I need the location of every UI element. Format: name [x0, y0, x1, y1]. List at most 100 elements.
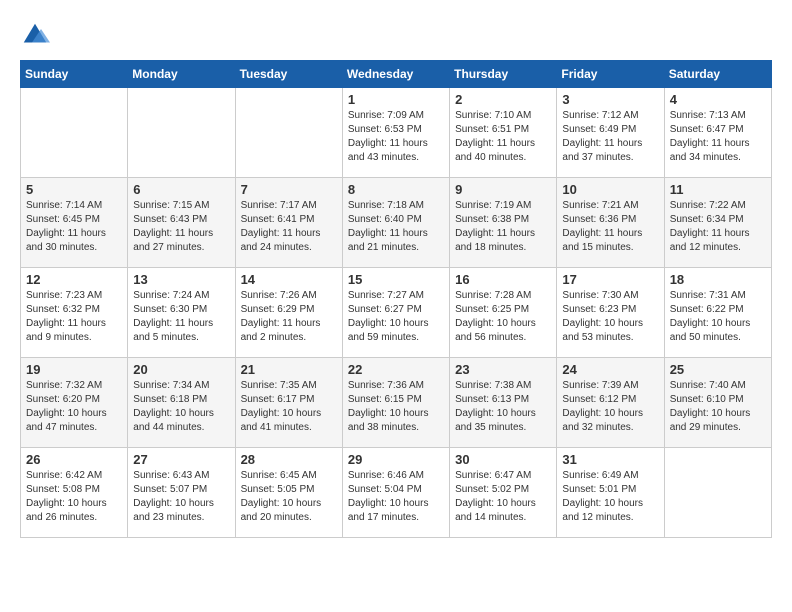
calendar-cell: 15 Sunrise: 7:27 AM Sunset: 6:27 PM Dayli… [342, 268, 449, 358]
calendar-cell: 1Sunrise: 7:09 AM Sunset: 6:53 PM Daylig… [342, 88, 449, 178]
day-number: 31 [562, 452, 658, 467]
day-number: 1 [348, 92, 444, 107]
calendar-cell: 7 Sunrise: 7:17 AM Sunset: 6:41 PM Daylig… [235, 178, 342, 268]
day-number: 24 [562, 362, 658, 377]
calendar-cell [21, 88, 128, 178]
day-number: 4 [670, 92, 766, 107]
day-number: 6 [133, 182, 229, 197]
day-of-week-tuesday: Tuesday [235, 61, 342, 88]
day-number: 2 [455, 92, 551, 107]
day-number: 3 [562, 92, 658, 107]
day-number: 11 [670, 182, 766, 197]
calendar-header: SundayMondayTuesdayWednesdayThursdayFrid… [21, 61, 772, 88]
day-number: 19 [26, 362, 122, 377]
day-of-week-saturday: Saturday [664, 61, 771, 88]
day-of-week-wednesday: Wednesday [342, 61, 449, 88]
calendar-cell: 19Sunrise: 7:32 AM Sunset: 6:20 PM Dayli… [21, 358, 128, 448]
calendar-cell: 2 Sunrise: 7:10 AM Sunset: 6:51 PM Daylig… [450, 88, 557, 178]
cell-content: Sunrise: 6:42 AM Sunset: 5:08 PM Dayligh… [26, 469, 122, 525]
calendar-cell: 6 Sunrise: 7:15 AM Sunset: 6:43 PM Daylig… [128, 178, 235, 268]
page-header [20, 20, 772, 50]
day-of-week-monday: Monday [128, 61, 235, 88]
cell-content: Sunrise: 7:28 AM Sunset: 6:25 PM Dayligh… [455, 289, 551, 345]
cell-content: Sunrise: 7:22 AM Sunset: 6:34 PM Dayligh… [670, 199, 766, 255]
cell-content: Sunrise: 6:49 AM Sunset: 5:01 PM Dayligh… [562, 469, 658, 525]
calendar-cell: 20 Sunrise: 7:34 AM Sunset: 6:18 PM Dayli… [128, 358, 235, 448]
cell-content: Sunrise: 7:38 AM Sunset: 6:13 PM Dayligh… [455, 379, 551, 435]
days-of-week-row: SundayMondayTuesdayWednesdayThursdayFrid… [21, 61, 772, 88]
day-number: 5 [26, 182, 122, 197]
cell-content: Sunrise: 7:27 AM Sunset: 6:27 PM Dayligh… [348, 289, 444, 345]
cell-content: Sunrise: 7:10 AM Sunset: 6:51 PM Dayligh… [455, 109, 551, 165]
calendar-cell: 14Sunrise: 7:26 AM Sunset: 6:29 PM Dayli… [235, 268, 342, 358]
day-number: 17 [562, 272, 658, 287]
day-number: 14 [241, 272, 337, 287]
calendar-cell: 31 Sunrise: 6:49 AM Sunset: 5:01 PM Dayli… [557, 448, 664, 538]
cell-content: Sunrise: 7:15 AM Sunset: 6:43 PM Dayligh… [133, 199, 229, 255]
calendar-cell: 8Sunrise: 7:18 AM Sunset: 6:40 PM Daylig… [342, 178, 449, 268]
cell-content: Sunrise: 7:40 AM Sunset: 6:10 PM Dayligh… [670, 379, 766, 435]
calendar-cell: 13 Sunrise: 7:24 AM Sunset: 6:30 PM Dayli… [128, 268, 235, 358]
day-of-week-thursday: Thursday [450, 61, 557, 88]
calendar-cell: 17Sunrise: 7:30 AM Sunset: 6:23 PM Dayli… [557, 268, 664, 358]
cell-content: Sunrise: 6:45 AM Sunset: 5:05 PM Dayligh… [241, 469, 337, 525]
day-number: 26 [26, 452, 122, 467]
calendar-cell: 24Sunrise: 7:39 AM Sunset: 6:12 PM Dayli… [557, 358, 664, 448]
calendar-week-4: 26 Sunrise: 6:42 AM Sunset: 5:08 PM Dayli… [21, 448, 772, 538]
day-number: 12 [26, 272, 122, 287]
cell-content: Sunrise: 7:36 AM Sunset: 6:15 PM Dayligh… [348, 379, 444, 435]
day-number: 20 [133, 362, 229, 377]
calendar-body: 1Sunrise: 7:09 AM Sunset: 6:53 PM Daylig… [21, 88, 772, 538]
calendar-cell: 18 Sunrise: 7:31 AM Sunset: 6:22 PM Dayli… [664, 268, 771, 358]
calendar-cell: 5 Sunrise: 7:14 AM Sunset: 6:45 PM Daylig… [21, 178, 128, 268]
calendar-week-2: 12 Sunrise: 7:23 AM Sunset: 6:32 PM Dayli… [21, 268, 772, 358]
cell-content: Sunrise: 7:17 AM Sunset: 6:41 PM Dayligh… [241, 199, 337, 255]
cell-content: Sunrise: 6:47 AM Sunset: 5:02 PM Dayligh… [455, 469, 551, 525]
calendar-cell: 22 Sunrise: 7:36 AM Sunset: 6:15 PM Dayli… [342, 358, 449, 448]
day-number: 29 [348, 452, 444, 467]
cell-content: Sunrise: 7:23 AM Sunset: 6:32 PM Dayligh… [26, 289, 122, 345]
calendar-cell: 23 Sunrise: 7:38 AM Sunset: 6:13 PM Dayli… [450, 358, 557, 448]
day-number: 30 [455, 452, 551, 467]
calendar-cell: 16 Sunrise: 7:28 AM Sunset: 6:25 PM Dayli… [450, 268, 557, 358]
day-number: 18 [670, 272, 766, 287]
cell-content: Sunrise: 7:21 AM Sunset: 6:36 PM Dayligh… [562, 199, 658, 255]
cell-content: Sunrise: 7:24 AM Sunset: 6:30 PM Dayligh… [133, 289, 229, 345]
cell-content: Sunrise: 7:18 AM Sunset: 6:40 PM Dayligh… [348, 199, 444, 255]
day-number: 22 [348, 362, 444, 377]
calendar-cell: 12 Sunrise: 7:23 AM Sunset: 6:32 PM Dayli… [21, 268, 128, 358]
day-number: 28 [241, 452, 337, 467]
day-number: 16 [455, 272, 551, 287]
calendar-week-1: 5 Sunrise: 7:14 AM Sunset: 6:45 PM Daylig… [21, 178, 772, 268]
calendar-cell: 4Sunrise: 7:13 AM Sunset: 6:47 PM Daylig… [664, 88, 771, 178]
day-number: 21 [241, 362, 337, 377]
calendar-cell: 25 Sunrise: 7:40 AM Sunset: 6:10 PM Dayli… [664, 358, 771, 448]
calendar-week-0: 1Sunrise: 7:09 AM Sunset: 6:53 PM Daylig… [21, 88, 772, 178]
calendar-cell: 26 Sunrise: 6:42 AM Sunset: 5:08 PM Dayli… [21, 448, 128, 538]
calendar-table: SundayMondayTuesdayWednesdayThursdayFrid… [20, 60, 772, 538]
day-number: 15 [348, 272, 444, 287]
cell-content: Sunrise: 7:19 AM Sunset: 6:38 PM Dayligh… [455, 199, 551, 255]
day-number: 7 [241, 182, 337, 197]
day-of-week-sunday: Sunday [21, 61, 128, 88]
day-number: 27 [133, 452, 229, 467]
day-number: 10 [562, 182, 658, 197]
calendar-cell: 21Sunrise: 7:35 AM Sunset: 6:17 PM Dayli… [235, 358, 342, 448]
calendar-cell: 3 Sunrise: 7:12 AM Sunset: 6:49 PM Daylig… [557, 88, 664, 178]
cell-content: Sunrise: 7:14 AM Sunset: 6:45 PM Dayligh… [26, 199, 122, 255]
cell-content: Sunrise: 7:12 AM Sunset: 6:49 PM Dayligh… [562, 109, 658, 165]
calendar-cell: 29Sunrise: 6:46 AM Sunset: 5:04 PM Dayli… [342, 448, 449, 538]
logo-icon [20, 20, 50, 50]
day-number: 23 [455, 362, 551, 377]
cell-content: Sunrise: 7:34 AM Sunset: 6:18 PM Dayligh… [133, 379, 229, 435]
logo [20, 20, 54, 50]
day-of-week-friday: Friday [557, 61, 664, 88]
day-number: 13 [133, 272, 229, 287]
calendar-cell [664, 448, 771, 538]
day-number: 9 [455, 182, 551, 197]
calendar-cell: 11 Sunrise: 7:22 AM Sunset: 6:34 PM Dayli… [664, 178, 771, 268]
day-number: 25 [670, 362, 766, 377]
calendar-cell: 9 Sunrise: 7:19 AM Sunset: 6:38 PM Daylig… [450, 178, 557, 268]
cell-content: Sunrise: 6:43 AM Sunset: 5:07 PM Dayligh… [133, 469, 229, 525]
cell-content: Sunrise: 7:31 AM Sunset: 6:22 PM Dayligh… [670, 289, 766, 345]
